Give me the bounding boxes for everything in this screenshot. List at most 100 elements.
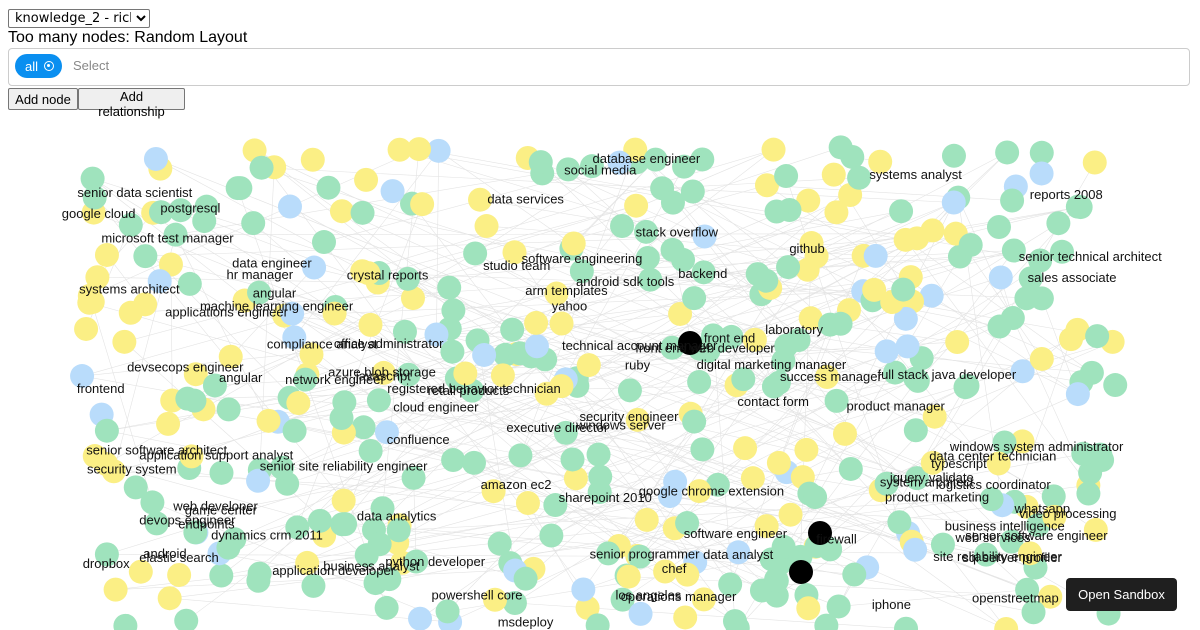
graph-node[interactable] — [1065, 382, 1090, 407]
graph-node[interactable] — [1046, 211, 1071, 236]
graph-node[interactable] — [209, 563, 234, 588]
graph-node[interactable] — [435, 599, 460, 624]
graph-node[interactable] — [1058, 327, 1083, 352]
graph-node[interactable] — [874, 339, 899, 364]
graph-node[interactable] — [113, 613, 138, 630]
graph-node[interactable] — [524, 334, 549, 359]
graph-node[interactable] — [256, 408, 281, 433]
graph-node[interactable] — [118, 300, 143, 325]
graph-node[interactable] — [1085, 324, 1110, 349]
graph-node[interactable] — [1014, 286, 1039, 311]
graph-node[interactable] — [832, 421, 857, 446]
graph-node[interactable] — [766, 450, 791, 475]
graph-node[interactable] — [903, 537, 928, 562]
graph-node[interactable] — [408, 606, 433, 630]
graph-node[interactable] — [821, 162, 846, 187]
graph-node[interactable] — [617, 378, 642, 403]
graph-node[interactable] — [508, 443, 533, 468]
graph-node-selected[interactable] — [789, 560, 813, 584]
graph-node[interactable] — [441, 298, 466, 323]
graph-node[interactable] — [333, 512, 358, 537]
graph-node[interactable] — [358, 312, 383, 337]
graph-node[interactable] — [764, 199, 789, 224]
graph-node[interactable] — [354, 167, 379, 192]
graph-node[interactable] — [175, 386, 200, 411]
graph-node[interactable] — [941, 143, 966, 168]
graph-node[interactable] — [472, 342, 497, 367]
label-filter-input[interactable]: all Select — [8, 48, 1190, 86]
graph-node[interactable] — [286, 391, 311, 416]
graph-node[interactable] — [588, 464, 613, 489]
graph-node[interactable] — [407, 137, 432, 162]
graph-node[interactable] — [994, 616, 1019, 630]
graph-node[interactable] — [774, 333, 799, 358]
graph-node[interactable] — [331, 488, 356, 513]
graph-node[interactable] — [842, 562, 867, 587]
remove-chip-icon[interactable] — [44, 61, 55, 71]
graph-node[interactable] — [300, 147, 325, 172]
graph-node[interactable] — [1029, 346, 1054, 371]
graph-node[interactable] — [277, 194, 302, 219]
graph-node[interactable] — [94, 242, 119, 267]
open-sandbox-button[interactable]: Open Sandbox — [1066, 578, 1177, 611]
graph-node[interactable] — [329, 199, 354, 224]
graph-node[interactable] — [687, 369, 712, 394]
graph-node[interactable] — [958, 232, 983, 257]
graph-node[interactable] — [722, 609, 747, 630]
graph-node[interactable] — [524, 310, 549, 335]
graph-node[interactable] — [225, 176, 250, 201]
graph-node[interactable] — [863, 243, 888, 268]
graph-node[interactable] — [500, 317, 525, 342]
graph-node[interactable] — [616, 564, 641, 589]
graph-node[interactable] — [571, 577, 596, 602]
graph-node[interactable] — [576, 353, 601, 378]
graph-node[interactable] — [754, 268, 779, 293]
graph-node[interactable] — [103, 577, 128, 602]
graph-node[interactable] — [441, 448, 466, 473]
graph-node[interactable] — [133, 244, 158, 269]
graph-node[interactable] — [905, 226, 930, 251]
graph-node[interactable] — [826, 594, 851, 619]
graph-node[interactable] — [624, 193, 649, 218]
graph-node[interactable] — [774, 164, 799, 189]
graph-node[interactable] — [988, 265, 1013, 290]
graph-node[interactable] — [329, 406, 354, 431]
graph-node[interactable] — [216, 397, 241, 422]
graph-node[interactable] — [1076, 481, 1101, 506]
graph-node[interactable] — [987, 314, 1012, 339]
graph-node[interactable] — [528, 150, 553, 175]
graph-node[interactable] — [177, 271, 202, 296]
graph-node[interactable] — [157, 586, 182, 611]
graph-node[interactable] — [838, 456, 863, 481]
graph-node[interactable] — [673, 605, 698, 630]
graph-node[interactable] — [995, 140, 1020, 165]
graph-node[interactable] — [682, 286, 707, 311]
graph-node[interactable] — [311, 230, 336, 255]
graph-node[interactable] — [776, 255, 801, 280]
graph-node[interactable] — [847, 165, 872, 190]
graph-node[interactable] — [891, 277, 916, 302]
add-relationship-button[interactable]: Add relationship — [78, 88, 185, 119]
graph-node[interactable] — [824, 388, 849, 413]
graph-node[interactable] — [94, 418, 119, 443]
graph-node[interactable] — [733, 436, 758, 461]
graph-node[interactable] — [474, 214, 499, 239]
graph-node[interactable] — [380, 179, 405, 204]
graph-node[interactable] — [560, 447, 585, 472]
graph-node[interactable] — [610, 214, 635, 239]
graph-node[interactable] — [660, 190, 685, 215]
graph-node[interactable] — [174, 608, 199, 630]
graph-node[interactable] — [440, 339, 465, 364]
graph-node[interactable] — [761, 137, 786, 162]
graph-node[interactable] — [794, 437, 819, 462]
graph-node[interactable] — [515, 491, 540, 516]
graph-node[interactable] — [1029, 161, 1054, 186]
graph-canvas[interactable]: front end web developersystems architect… — [0, 112, 1200, 630]
graph-node[interactable] — [156, 411, 181, 436]
graph-node[interactable] — [209, 460, 234, 485]
graph-node[interactable] — [1082, 150, 1107, 175]
graph-node[interactable] — [316, 175, 341, 200]
graph-node[interactable] — [628, 601, 653, 626]
filter-chip-all[interactable]: all — [15, 54, 63, 78]
graph-node[interactable] — [803, 485, 828, 510]
